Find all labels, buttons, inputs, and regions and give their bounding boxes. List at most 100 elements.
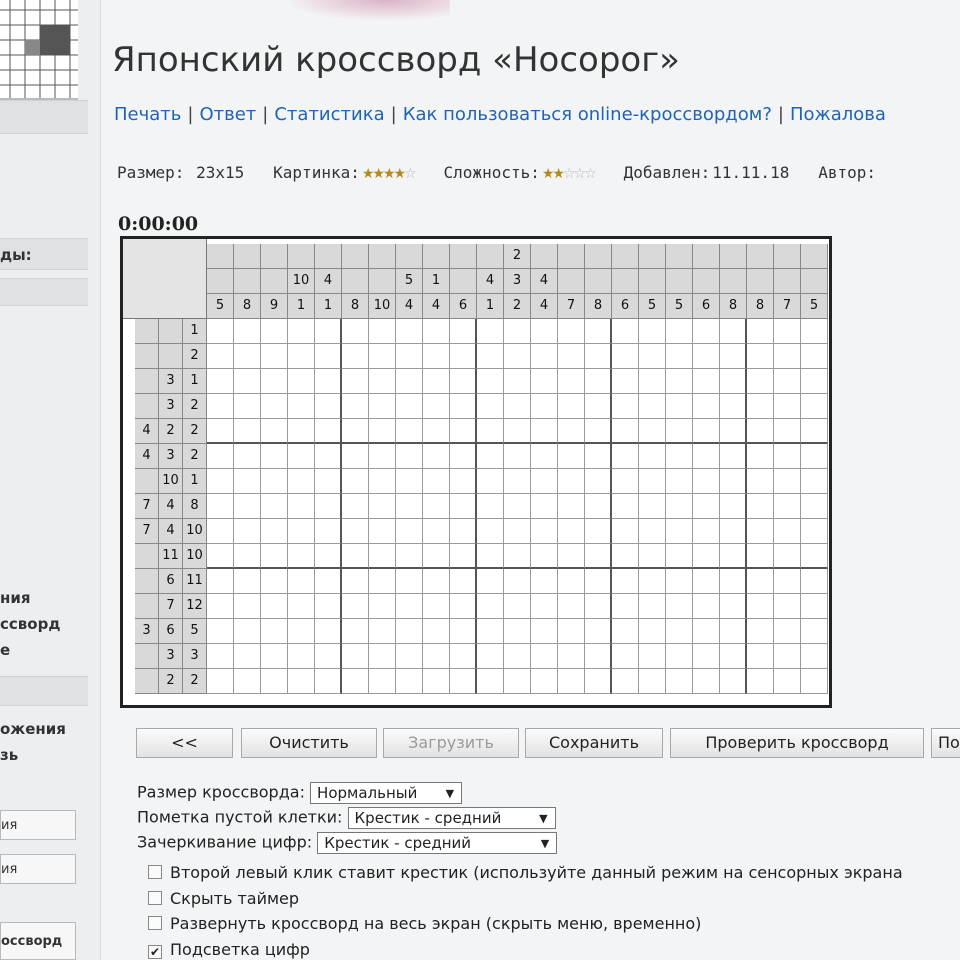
grid-cell[interactable] <box>774 344 801 369</box>
row-clue-cell[interactable]: 4 <box>135 444 159 469</box>
grid-cell[interactable] <box>612 319 639 344</box>
column-clue-cell[interactable] <box>693 244 720 269</box>
grid-cell[interactable] <box>612 669 639 694</box>
column-clue-cell[interactable]: 3 <box>504 269 531 294</box>
row-clue-cell[interactable]: 2 <box>183 444 207 469</box>
answer-link[interactable]: Ответ <box>199 104 256 125</box>
grid-cell[interactable] <box>612 369 639 394</box>
grid-cell[interactable] <box>342 519 369 544</box>
grid-cell[interactable] <box>747 469 774 494</box>
row-clue-cell[interactable] <box>135 319 159 344</box>
grid-cell[interactable] <box>585 394 612 419</box>
grid-cell[interactable] <box>288 419 315 444</box>
grid-cell[interactable] <box>504 419 531 444</box>
grid-cell[interactable] <box>693 594 720 619</box>
grid-cell[interactable] <box>288 594 315 619</box>
grid-cell[interactable] <box>477 419 504 444</box>
grid-cell[interactable] <box>801 469 828 494</box>
grid-cell[interactable] <box>477 569 504 594</box>
column-clue-cell[interactable] <box>369 269 396 294</box>
grid-cell[interactable] <box>477 644 504 669</box>
grid-cell[interactable] <box>261 569 288 594</box>
grid-cell[interactable] <box>369 369 396 394</box>
grid-cell[interactable] <box>288 519 315 544</box>
grid-cell[interactable] <box>558 494 585 519</box>
column-clue-cell[interactable] <box>531 244 558 269</box>
grid-cell[interactable] <box>396 569 423 594</box>
grid-cell[interactable] <box>477 619 504 644</box>
column-clue-cell[interactable]: 5 <box>666 294 693 319</box>
column-clue-cell[interactable] <box>261 269 288 294</box>
grid-cell[interactable] <box>801 519 828 544</box>
grid-cell[interactable] <box>720 344 747 369</box>
grid-cell[interactable] <box>450 469 477 494</box>
grid-cell[interactable] <box>747 519 774 544</box>
grid-cell[interactable] <box>504 444 531 469</box>
grid-cell[interactable] <box>369 394 396 419</box>
grid-cell[interactable] <box>450 494 477 519</box>
grid-cell[interactable] <box>585 419 612 444</box>
grid-cell[interactable] <box>450 319 477 344</box>
grid-cell[interactable] <box>369 344 396 369</box>
grid-cell[interactable] <box>531 319 558 344</box>
row-clue-cell[interactable] <box>159 319 183 344</box>
grid-cell[interactable] <box>693 369 720 394</box>
grid-cell[interactable] <box>315 569 342 594</box>
grid-cell[interactable] <box>774 619 801 644</box>
grid-cell[interactable] <box>234 594 261 619</box>
grid-cell[interactable] <box>531 469 558 494</box>
column-clue-cell[interactable]: 8 <box>585 294 612 319</box>
size-select[interactable]: Нормальный ▼ <box>310 782 463 804</box>
grid-cell[interactable] <box>396 344 423 369</box>
grid-cell[interactable] <box>315 319 342 344</box>
grid-cell[interactable] <box>234 519 261 544</box>
grid-cell[interactable] <box>639 544 666 569</box>
grid-cell[interactable] <box>666 419 693 444</box>
grid-cell[interactable] <box>234 494 261 519</box>
row-clue-cell[interactable] <box>135 644 159 669</box>
grid-cell[interactable] <box>666 519 693 544</box>
grid-cell[interactable] <box>288 469 315 494</box>
grid-cell[interactable] <box>801 494 828 519</box>
row-clue-cell[interactable]: 2 <box>183 669 207 694</box>
grid-cell[interactable] <box>666 544 693 569</box>
row-clue-cell[interactable]: 2 <box>183 419 207 444</box>
checkbox[interactable] <box>148 865 162 879</box>
row-clue-cell[interactable]: 5 <box>183 619 207 644</box>
row-clue-cell[interactable]: 2 <box>159 669 183 694</box>
print-link[interactable]: Печать <box>114 104 181 125</box>
grid-cell[interactable] <box>396 519 423 544</box>
grid-cell[interactable] <box>558 669 585 694</box>
grid-cell[interactable] <box>477 369 504 394</box>
grid-cell[interactable] <box>504 644 531 669</box>
column-clue-cell[interactable] <box>639 244 666 269</box>
grid-cell[interactable] <box>315 469 342 494</box>
grid-cell[interactable] <box>585 669 612 694</box>
grid-cell[interactable] <box>207 569 234 594</box>
row-clue-cell[interactable] <box>135 544 159 569</box>
column-clue-cell[interactable] <box>585 269 612 294</box>
row-clue-cell[interactable]: 8 <box>183 494 207 519</box>
grid-cell[interactable] <box>261 619 288 644</box>
grid-cell[interactable] <box>612 444 639 469</box>
column-clue-cell[interactable]: 4 <box>477 269 504 294</box>
grid-cell[interactable] <box>801 594 828 619</box>
grid-cell[interactable] <box>801 344 828 369</box>
grid-cell[interactable] <box>693 419 720 444</box>
grid-cell[interactable] <box>450 394 477 419</box>
grid-cell[interactable] <box>342 319 369 344</box>
next-button[interactable]: По <box>931 728 960 758</box>
grid-cell[interactable] <box>369 444 396 469</box>
grid-cell[interactable] <box>504 369 531 394</box>
grid-cell[interactable] <box>342 419 369 444</box>
row-clue-cell[interactable]: 2 <box>183 394 207 419</box>
column-clue-cell[interactable]: 1 <box>477 294 504 319</box>
grid-cell[interactable] <box>261 344 288 369</box>
grid-cell[interactable] <box>612 344 639 369</box>
grid-cell[interactable] <box>450 444 477 469</box>
row-clue-cell[interactable]: 3 <box>183 644 207 669</box>
row-clue-cell[interactable]: 1 <box>183 469 207 494</box>
grid-cell[interactable] <box>342 394 369 419</box>
column-clue-cell[interactable]: 1 <box>315 294 342 319</box>
grid-cell[interactable] <box>315 494 342 519</box>
